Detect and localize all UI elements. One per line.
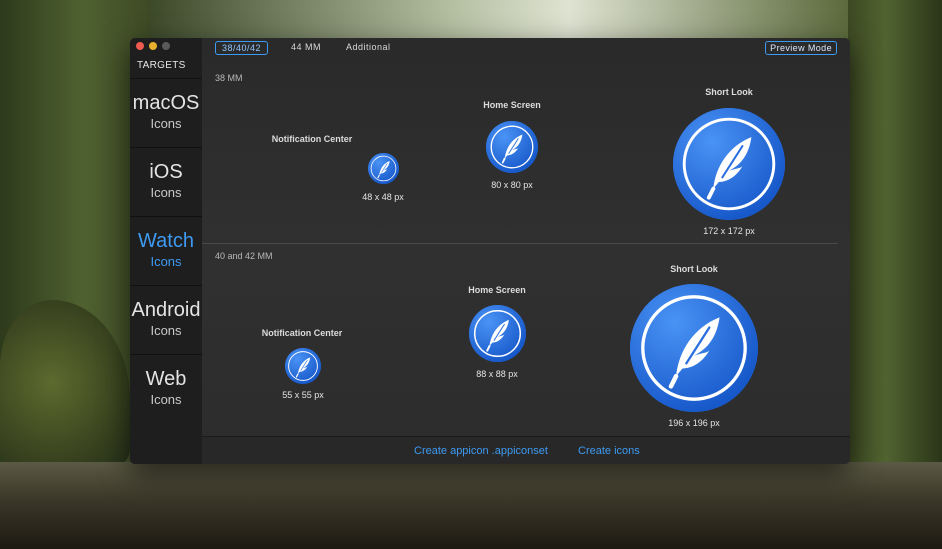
sidebar-header: TARGETS: [137, 60, 186, 71]
main-panel: 38/40/42 44 MM Additional Preview Mode 3…: [202, 38, 850, 464]
close-window-button[interactable]: [136, 42, 144, 50]
desktop-background-top: [150, 0, 848, 40]
desktop-background-water: [0, 462, 942, 549]
sidebar-item-label: Watch: [138, 230, 194, 252]
icon-size-label: 48 x 48 px: [362, 192, 404, 202]
icon-size-label: 196 x 196 px: [668, 418, 720, 428]
feather-icon: [368, 153, 399, 184]
sidebar-item-watch[interactable]: Watch Icons: [130, 216, 202, 286]
feather-icon: [486, 121, 538, 173]
icon-title-notification-center: Notification Center: [261, 328, 343, 338]
icon-title-home-screen: Home Screen: [483, 100, 541, 110]
sidebar-item-android[interactable]: Android Icons: [130, 285, 202, 355]
sidebar-item-sublabel: Icons: [150, 116, 182, 131]
create-icons-button[interactable]: Create icons: [578, 445, 640, 457]
tab-additional[interactable]: Additional: [340, 41, 397, 53]
icon-title-notification-center: Notification Center: [271, 134, 353, 144]
zoom-window-button[interactable]: [162, 42, 170, 50]
tab-bar: 38/40/42 44 MM Additional Preview Mode: [202, 38, 850, 58]
tab-44mm[interactable]: 44 MM: [285, 41, 327, 53]
section-label-38mm: 38 MM: [215, 73, 243, 83]
icon-size-label: 88 x 88 px: [476, 369, 518, 379]
icon-size-label: 80 x 80 px: [491, 180, 533, 190]
feather-icon: [673, 108, 785, 220]
sidebar-item-macos[interactable]: macOS Icons: [130, 78, 202, 148]
icon-size-label: 172 x 172 px: [703, 226, 755, 236]
sidebar-item-label: Android: [131, 299, 201, 321]
footer-bar: Create appicon .appiconset Create icons: [202, 436, 850, 464]
feather-icon: [630, 284, 758, 412]
feather-icon: [285, 348, 321, 384]
sidebar-item-label: iOS: [149, 161, 183, 183]
icon-size-label: 55 x 55 px: [282, 390, 324, 400]
feather-icon: [469, 305, 526, 362]
sidebar-item-label: Web: [145, 368, 187, 390]
minimize-window-button[interactable]: [149, 42, 157, 50]
sidebar-item-ios[interactable]: iOS Icons: [130, 147, 202, 217]
tab-38-40-42[interactable]: 38/40/42: [215, 41, 269, 55]
sidebar-item-sublabel: Icons: [150, 392, 182, 407]
section-divider: [202, 243, 838, 244]
preview-mode-button[interactable]: Preview Mode: [765, 41, 837, 55]
sidebar-item-web[interactable]: Web Icons: [130, 354, 202, 425]
icon-title-home-screen: Home Screen: [468, 285, 526, 295]
icon-title-short-look: Short Look: [670, 264, 718, 274]
section-label-40-42mm: 40 and 42 MM: [215, 251, 273, 261]
sidebar-item-sublabel: Icons: [150, 254, 182, 269]
sidebar-item-label: macOS: [132, 92, 200, 114]
create-appiconset-button[interactable]: Create appicon .appiconset: [414, 445, 548, 457]
sidebar-item-sublabel: Icons: [150, 185, 182, 200]
sidebar-item-sublabel: Icons: [150, 323, 182, 338]
sidebar: TARGETS macOS Icons iOS Icons Watch Icon…: [130, 38, 202, 464]
icon-title-short-look: Short Look: [705, 87, 753, 97]
app-window: TARGETS macOS Icons iOS Icons Watch Icon…: [130, 38, 850, 464]
